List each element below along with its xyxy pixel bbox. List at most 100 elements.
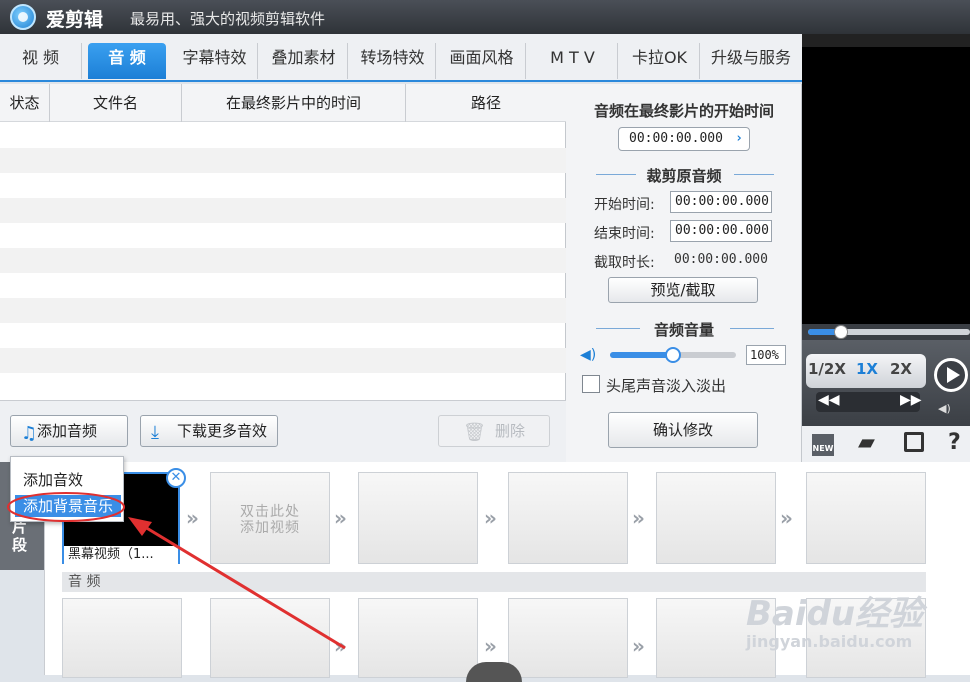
fast-forward-icon[interactable]: ▶▶ [900, 392, 922, 408]
audio-clip-slot[interactable] [62, 598, 182, 678]
empty-clip-slot[interactable] [358, 472, 478, 564]
speed-half[interactable]: 1/2X [808, 360, 846, 378]
trim-duration-value: 00:00:00.000 [674, 252, 768, 267]
tab-upgrade-service[interactable]: 升级与服务 [702, 43, 800, 79]
trim-end-input[interactable]: 00:00:00.000 [670, 220, 772, 242]
audio-file-list[interactable]: 状态 文件名 在最终影片中的时间 路径 [0, 84, 566, 400]
help-icon[interactable]: ? [948, 430, 961, 455]
chevron-right-icon: » [632, 506, 645, 530]
music-add-icon: ♫ [21, 423, 38, 444]
chevron-right-icon: » [484, 634, 497, 658]
column-status[interactable]: 状态 [0, 84, 50, 122]
add-video-slot[interactable]: 双击此处 添加视频 [210, 472, 330, 564]
audio-clip-slot[interactable] [210, 598, 330, 678]
clip-title: 黑幕视频（1... [64, 546, 178, 564]
tab-transition-effects[interactable]: 转场特效 [350, 43, 436, 79]
list-header: 状态 文件名 在最终影片中的时间 路径 [0, 84, 566, 122]
fade-checkbox[interactable] [582, 375, 600, 393]
segment-label: 片段 [12, 518, 28, 554]
tab-audio[interactable]: 音 频 [88, 43, 166, 79]
list-row [0, 198, 566, 223]
chevron-right-icon: » [334, 634, 347, 658]
empty-clip-slot[interactable] [806, 472, 926, 564]
add-audio-label: 添加音频 [37, 422, 98, 440]
chevron-right-icon: » [632, 634, 645, 658]
main-tabs: 视 频 音 频 字幕特效 叠加素材 转场特效 画面风格 M T V 卡拉OK 升… [0, 34, 802, 82]
new-project-icon[interactable]: NEW [812, 434, 834, 456]
delete-button[interactable]: 🗑 删除 [438, 415, 550, 447]
column-filename[interactable]: 文件名 [50, 84, 182, 122]
chevron-right-icon: › [735, 131, 743, 146]
audio-clip-slot[interactable] [508, 598, 628, 678]
confirm-button[interactable]: 确认修改 [608, 412, 758, 448]
tab-overlay-materials[interactable]: 叠加素材 [260, 43, 348, 79]
speed-1x[interactable]: 1X [856, 360, 878, 378]
new-badge: NEW [812, 444, 834, 453]
trim-end-label: 结束时间: [594, 226, 655, 242]
play-icon [947, 367, 960, 383]
trash-icon: 🗑 [463, 422, 486, 443]
app-name: 爱剪辑 [46, 9, 104, 31]
save-icon[interactable] [904, 432, 924, 452]
remove-clip-icon[interactable]: ✕ [166, 468, 186, 488]
list-row [0, 248, 566, 273]
speaker-icon: ◀) [580, 347, 597, 363]
player-controls: 1/2X 1X 2X ◀◀ ▶▶ ◀) [802, 340, 970, 426]
tab-karaoke[interactable]: 卡拉OK [620, 43, 700, 79]
list-toolbar: ♫ 添加音频 ⤓ 下载更多音效 🗑 删除 [0, 400, 566, 462]
chevron-right-icon: » [780, 506, 793, 530]
empty-clip-slot[interactable] [508, 472, 628, 564]
menu-item-add-sound-effect[interactable]: 添加音效 [23, 469, 83, 490]
trim-start-input[interactable]: 00:00:00.000 [670, 191, 772, 213]
speed-2x[interactable]: 2X [890, 360, 912, 378]
trim-title: 裁剪原音频 [646, 167, 722, 185]
volume-slider-handle[interactable] [665, 347, 681, 363]
open-folder-icon[interactable]: ▰ [858, 430, 875, 455]
download-icon: ⤓ [151, 422, 159, 443]
delete-label: 删除 [495, 422, 526, 440]
tab-video[interactable]: 视 频 [0, 43, 82, 79]
tab-subtitle-effects[interactable]: 字幕特效 [172, 43, 258, 79]
add-hint-line-2: 添加视频 [240, 520, 300, 536]
watermark-url: jingyan.baidu.com [746, 632, 913, 651]
volume-fill [610, 352, 673, 358]
start-time-value: 00:00:00.000 [629, 131, 723, 146]
timeline-scroll-handle[interactable] [466, 662, 522, 682]
tab-picture-style[interactable]: 画面风格 [438, 43, 526, 79]
volume-icon[interactable]: ◀) [938, 402, 951, 415]
volume-slider[interactable] [610, 347, 736, 363]
playback-progress[interactable] [802, 324, 970, 340]
title-bar: 爱剪辑 最易用、强大的视频剪辑软件 [0, 0, 970, 34]
video-player: 1/2X 1X 2X ◀◀ ▶▶ ◀) NEW ▰ ? [802, 34, 970, 462]
trim-duration-label: 截取时长: [594, 255, 655, 271]
project-file-bar: NEW ▰ ? [802, 426, 970, 462]
audio-settings-panel: 音频在最终影片的开始时间 00:00:00.000 › 裁剪原音频 开始时间: … [566, 84, 802, 462]
fade-label: 头尾声音淡入淡出 [606, 377, 727, 395]
start-time-title: 音频在最终影片的开始时间 [593, 102, 774, 120]
rewind-icon[interactable]: ◀◀ [818, 392, 840, 408]
download-more-label: 下载更多音效 [177, 422, 268, 440]
progress-handle[interactable] [834, 325, 848, 339]
list-row [0, 298, 566, 323]
app-logo-icon [10, 4, 36, 30]
menu-item-add-background-music[interactable]: 添加背景音乐 [15, 495, 121, 517]
start-time-input[interactable]: 00:00:00.000 › [618, 127, 750, 151]
chevron-right-icon: » [334, 506, 347, 530]
column-path[interactable]: 路径 [406, 84, 566, 122]
play-button[interactable] [934, 358, 968, 392]
list-row [0, 348, 566, 373]
empty-clip-slot[interactable] [656, 472, 776, 564]
column-time-in-movie[interactable]: 在最终影片中的时间 [182, 84, 406, 122]
volume-input[interactable]: 100% [746, 345, 786, 365]
watermark-brand: Baidu经验 [746, 594, 924, 634]
add-audio-button[interactable]: ♫ 添加音频 [10, 415, 128, 447]
volume-title: 音频音量 [653, 321, 714, 339]
audio-clip-slot[interactable] [358, 598, 478, 678]
list-row [0, 148, 566, 173]
preview-trim-button[interactable]: 预览/截取 [608, 277, 758, 303]
preview-screen [802, 47, 970, 324]
trim-start-label: 开始时间: [594, 197, 655, 213]
tab-mtv[interactable]: M T V [528, 43, 618, 79]
download-more-button[interactable]: ⤓ 下载更多音效 [140, 415, 278, 447]
add-audio-menu: 添加音效 添加背景音乐 [10, 456, 124, 522]
